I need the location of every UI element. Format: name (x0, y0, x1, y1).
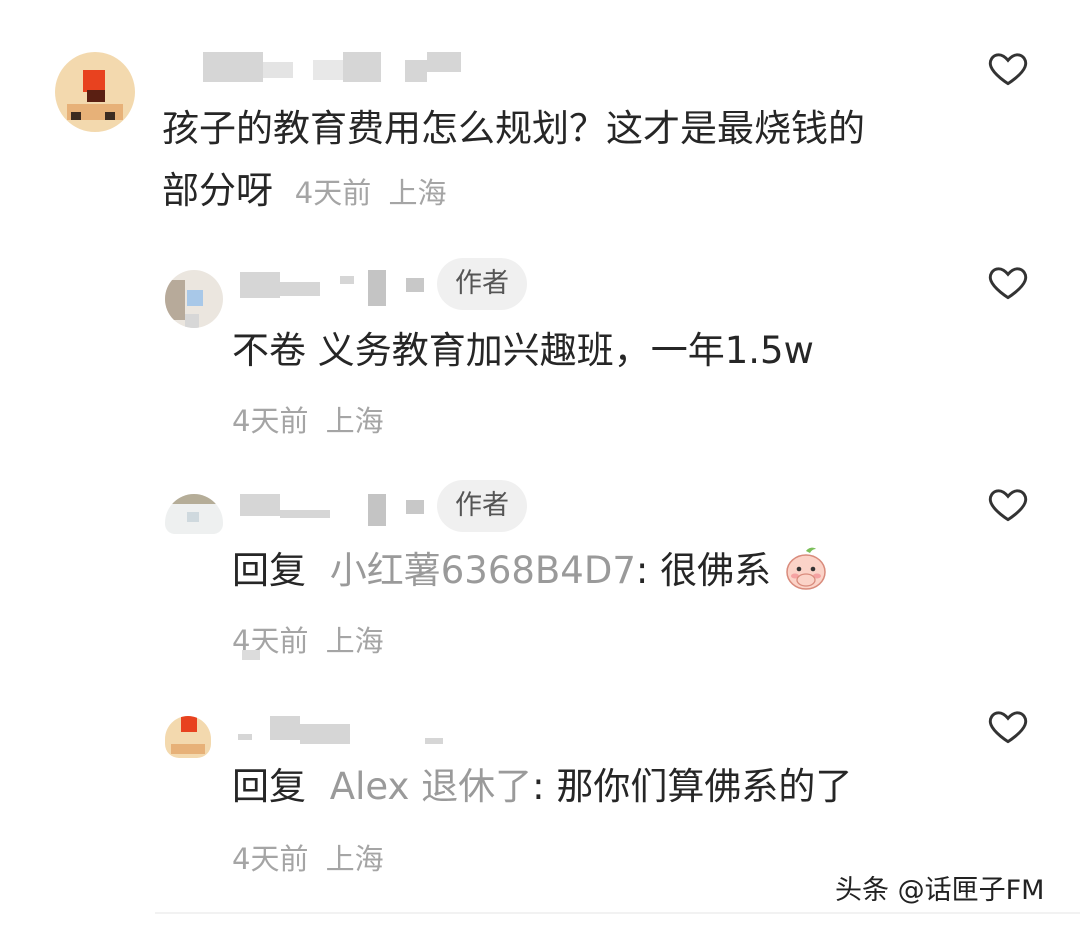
reply-prefix: 回复 (232, 549, 306, 592)
avatar[interactable] (165, 716, 211, 758)
reply-body: 那你们算佛系的了 (556, 765, 853, 808)
time: 4天前 (232, 404, 309, 438)
comment-text: 回复 Alex 退休了: 那你们算佛系的了 (232, 756, 852, 818)
avatar[interactable] (165, 494, 223, 534)
comment-text: 孩子的教育费用怎么规划？这才是最烧钱的 部分呀 4天前 上海 (162, 98, 865, 224)
comment-text-line: 孩子的教育费用怎么规划？这才是最烧钱的 (162, 107, 865, 150)
reply-body: 很佛系 (660, 549, 772, 592)
divider (155, 912, 1080, 914)
heart-outline-icon[interactable] (986, 704, 1030, 748)
comment-time: 4天前 上海 (232, 398, 384, 440)
time: 4天前 (294, 176, 372, 210)
comment-text: 回复 小红薯6368B4D7: 很佛系 (232, 540, 829, 602)
reply-to-user[interactable]: 小红薯6368B4D7 (330, 549, 636, 592)
time: 4天前 (232, 842, 309, 876)
avatar[interactable] (55, 52, 135, 132)
comment-text-line: 部分呀 4天前 上海 (162, 160, 865, 224)
reply-to-user[interactable]: Alex 退休了 (330, 765, 532, 808)
location: 上海 (325, 404, 384, 438)
heart-outline-icon[interactable] (986, 482, 1030, 526)
location: 上海 (325, 842, 384, 876)
reply-separator: : (532, 765, 545, 808)
reply-prefix: 回复 (232, 765, 306, 808)
covering-mouth-emoji-icon (786, 547, 826, 590)
comment-text: 不卷 义务教育加兴趣班，一年1.5w (232, 329, 814, 372)
comment-text-end: 部分呀 (162, 169, 273, 212)
author-badge: 作者 (437, 258, 527, 310)
location: 上海 (388, 176, 447, 210)
location: 上海 (325, 624, 384, 658)
comment-time: 4天前 上海 (295, 176, 447, 210)
heart-outline-icon[interactable] (986, 46, 1030, 90)
reply-separator: : (635, 549, 649, 592)
heart-outline-icon[interactable] (986, 260, 1030, 304)
comment-time: 4天前 上海 (232, 836, 384, 878)
blurred-fragment (242, 650, 260, 660)
watermark: 头条 @话匣子FM (835, 875, 1045, 906)
avatar[interactable] (165, 270, 223, 328)
author-badge: 作者 (437, 480, 527, 532)
